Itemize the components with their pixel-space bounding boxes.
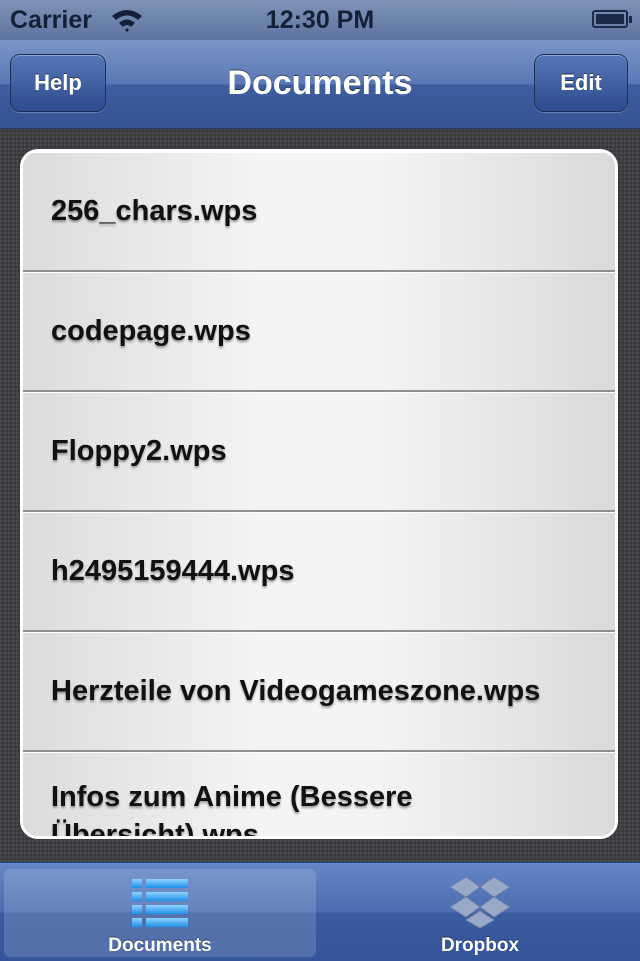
tab-label: Dropbox (440, 935, 520, 956)
document-name: Infos zum Anime (Bessere Übersicht).wps (51, 781, 413, 839)
document-item[interactable]: codepage.wps (23, 272, 615, 392)
document-name: codepage.wps (51, 315, 251, 347)
tab-documents[interactable]: Documents (0, 863, 320, 961)
clock: 12:30 PM (265, 6, 375, 34)
document-item[interactable]: 256_chars.wps (23, 152, 615, 272)
navigation-bar: Help Documents Edit (0, 40, 640, 129)
dropbox-icon (449, 876, 511, 929)
document-item[interactable]: Herzteile von Videogameszone.wps (23, 632, 615, 752)
list-icon (132, 879, 188, 927)
content-area: 256_chars.wps codepage.wps Floppy2.wps h… (0, 129, 640, 862)
edit-button[interactable]: Edit (534, 54, 628, 112)
document-name: 256_chars.wps (51, 195, 258, 227)
document-list[interactable]: 256_chars.wps codepage.wps Floppy2.wps h… (20, 149, 618, 839)
document-name: Floppy2.wps (51, 435, 227, 467)
document-item[interactable]: Floppy2.wps (23, 392, 615, 512)
document-name: Herzteile von Videogameszone.wps (51, 675, 541, 707)
tab-bar: Documents Dropbox (0, 862, 640, 961)
document-item[interactable]: h2495159444.wps (23, 512, 615, 632)
document-name: h2495159444.wps (51, 555, 295, 587)
tab-dropbox[interactable]: Dropbox (320, 863, 640, 961)
status-bar: Carrier 12:30 PM (0, 0, 640, 40)
tab-label: Documents (108, 935, 212, 956)
document-item[interactable]: Infos zum Anime (Bessere Übersicht).wps (23, 752, 615, 839)
battery-icon (592, 10, 632, 28)
